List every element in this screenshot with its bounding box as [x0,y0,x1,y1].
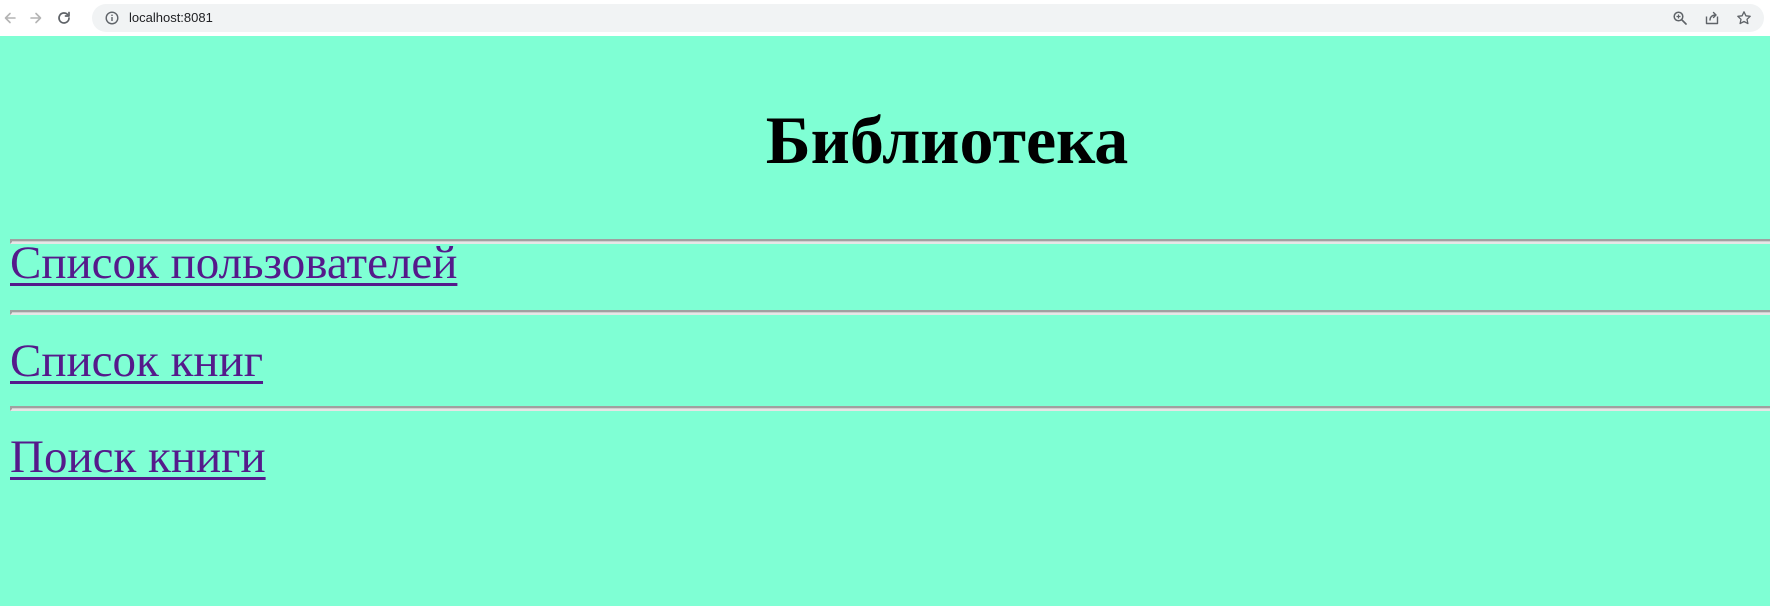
star-icon [1737,11,1751,25]
forward-button[interactable] [26,8,46,28]
url-text[interactable]: localhost:8081 [129,9,213,27]
bookmark-button[interactable] [1734,8,1754,28]
share-icon [1705,11,1719,25]
link-user-list[interactable]: Список пользователей [10,235,457,291]
browser-toolbar: localhost:8081 [0,0,1770,37]
address-bar[interactable]: localhost:8081 [92,4,1764,32]
page-title: Библиотека [765,102,1129,178]
forward-arrow-icon [30,12,42,24]
back-arrow-icon [4,12,16,24]
zoom-button[interactable] [1670,8,1690,28]
info-icon[interactable] [105,11,119,25]
zoom-icon [1673,11,1687,25]
back-button[interactable] [0,8,20,28]
horizontal-rule [10,406,1770,411]
link-book-list[interactable]: Список книг [10,333,263,389]
reload-button[interactable] [54,8,74,28]
reload-icon [58,11,70,24]
link-book-search[interactable]: Поиск книги [10,429,266,485]
share-button[interactable] [1702,8,1722,28]
page-content: Библиотека Список пользователей Список к… [0,36,1770,606]
horizontal-rule [10,310,1770,315]
